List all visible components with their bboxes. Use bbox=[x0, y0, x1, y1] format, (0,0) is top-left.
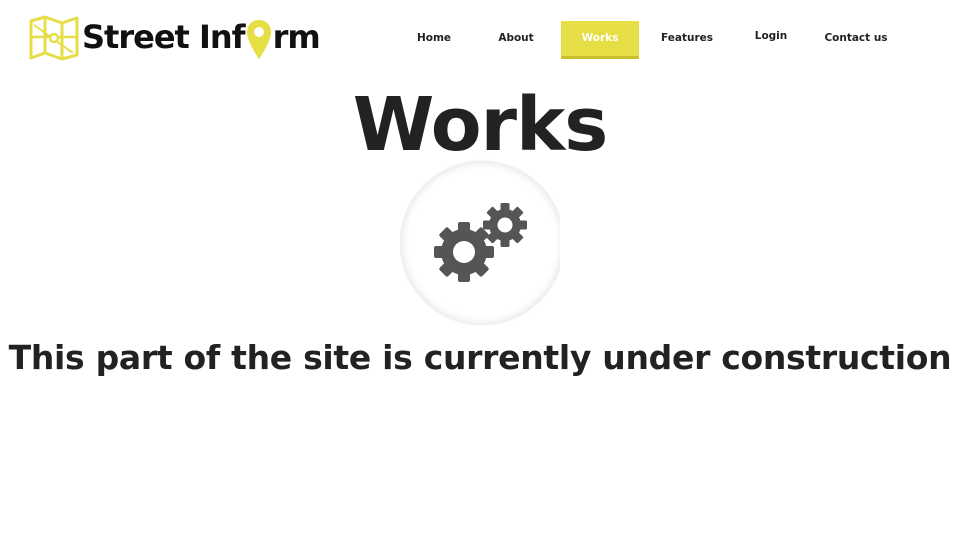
site-logo[interactable]: Street Inf rm bbox=[28, 10, 321, 66]
nav-contact-us[interactable]: Contact us bbox=[823, 21, 889, 56]
folded-map-icon bbox=[29, 15, 79, 61]
location-pin-icon bbox=[246, 20, 271, 59]
gears-icon bbox=[400, 159, 560, 327]
page-title: Works bbox=[352, 82, 609, 168]
nav-works[interactable]: Works bbox=[561, 21, 639, 59]
nav-home[interactable]: Home bbox=[409, 21, 459, 56]
logo-text-end: rm bbox=[272, 18, 321, 56]
nav-login[interactable]: Login bbox=[747, 19, 795, 54]
nav-features[interactable]: Features bbox=[657, 21, 717, 56]
construction-message: This part of the site is currently under… bbox=[8, 338, 952, 377]
logo-wordmark: Street Inf rm bbox=[82, 17, 321, 59]
logo-text-start: Street Inf bbox=[82, 18, 246, 56]
page: Street Inf rm Home About Works Features … bbox=[0, 0, 960, 539]
nav-about[interactable]: About bbox=[491, 21, 541, 56]
